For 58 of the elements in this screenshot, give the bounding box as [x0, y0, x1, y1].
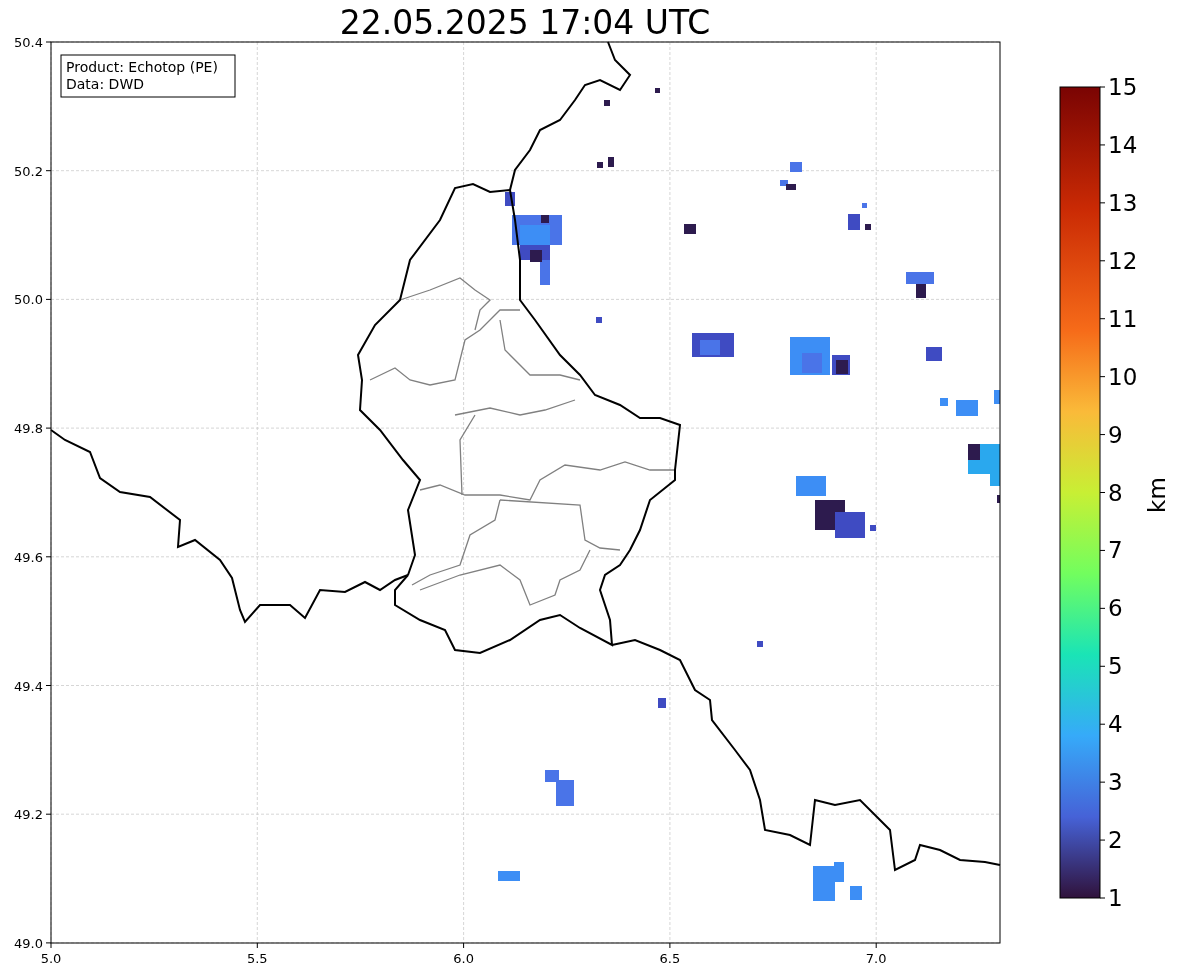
colorbar-tick-label: 6 — [1108, 595, 1123, 622]
tick-mark — [1099, 607, 1106, 609]
colorbar-tick-label: 13 — [1108, 189, 1138, 216]
colorbar-tick-label: 8 — [1108, 479, 1123, 506]
tick-mark — [1099, 897, 1106, 899]
tick-mark — [45, 427, 52, 429]
tick-mark — [1099, 665, 1106, 667]
x-tick-label: 6.5 — [659, 951, 681, 966]
info-text: Product: Echotop (PE) — [66, 59, 218, 75]
tick-mark — [45, 41, 52, 43]
tick-mark — [45, 298, 52, 300]
colorbar-tick-label: 15 — [1108, 74, 1138, 100]
tick-mark — [1099, 723, 1106, 725]
colorbar-tick-label: 5 — [1108, 653, 1123, 680]
y-tick-label: 49.6 — [14, 549, 43, 565]
tick-mark — [1099, 202, 1106, 204]
info-text: Data: DWD — [66, 76, 144, 92]
tick-mark — [1099, 781, 1106, 783]
tick-mark — [1099, 492, 1106, 493]
colorbar-label: km — [1144, 477, 1170, 513]
tick-mark — [1099, 260, 1106, 262]
tick-mark — [1099, 144, 1106, 146]
colorbar-tick-label: 9 — [1108, 421, 1123, 448]
colorbar-tick-label: 1 — [1108, 885, 1123, 911]
colorbar-tick-label: 10 — [1108, 363, 1138, 390]
x-tick-label: 6.0 — [453, 951, 474, 966]
colorbar-tick-label: 3 — [1108, 769, 1123, 796]
x-tick-label: 5.0 — [40, 951, 62, 966]
y-tick-label: 50.4 — [14, 35, 43, 50]
tick-mark — [256, 942, 258, 949]
y-tick-label: 49.0 — [14, 935, 43, 951]
tick-mark — [45, 813, 52, 815]
x-tick-label: 7.0 — [865, 951, 887, 966]
tick-mark — [1099, 376, 1106, 378]
colorbar-tick-label: 11 — [1108, 305, 1138, 332]
tick-mark — [1099, 549, 1106, 551]
tick-mark — [875, 942, 877, 949]
y-tick-label: 49.8 — [14, 421, 43, 437]
colorbar-tick-label: 4 — [1108, 711, 1123, 738]
tick-mark — [1099, 434, 1106, 436]
tick-mark — [45, 556, 52, 558]
colorbar-tick-label: 12 — [1108, 247, 1138, 274]
colorbar-tick-label: 14 — [1108, 131, 1138, 158]
tick-mark — [669, 942, 671, 949]
tick-mark — [1099, 318, 1106, 320]
y-tick-label: 50.0 — [14, 292, 43, 308]
colorbar-tick-label: 2 — [1108, 827, 1123, 854]
tick-mark — [45, 685, 52, 686]
tick-mark — [463, 942, 465, 949]
y-tick-label: 49.2 — [14, 807, 43, 823]
tick-mark — [45, 170, 52, 172]
colorbar-tick-label: 7 — [1108, 537, 1123, 564]
tick-mark — [1099, 839, 1106, 841]
chart-title: 22.05.2025 17:04 UTC — [339, 3, 711, 42]
x-tick-label: 5.5 — [246, 951, 268, 966]
tick-mark — [1099, 86, 1106, 88]
y-tick-label: 50.2 — [14, 163, 43, 179]
y-tick-label: 49.4 — [14, 678, 43, 694]
